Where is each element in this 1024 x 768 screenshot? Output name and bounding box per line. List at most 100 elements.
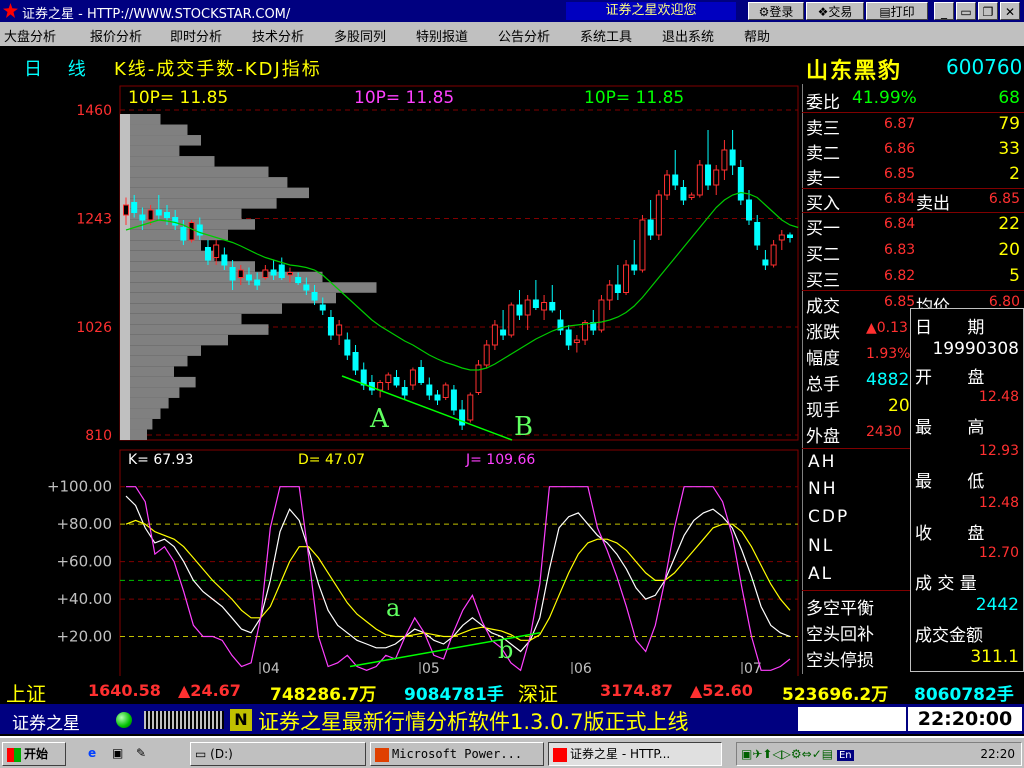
login-button[interactable]: ⚙登录 [748, 2, 804, 20]
candle-body [254, 279, 261, 286]
maximize-icon: ❐ [982, 5, 994, 19]
volume-profile-bar [120, 240, 201, 251]
candle-body [311, 292, 318, 301]
volume-profile-bar [120, 135, 201, 146]
menu-item-quote[interactable]: 报价分析 [90, 26, 142, 45]
candle-body [221, 254, 228, 266]
task-drive[interactable]: ▭ (D:) [190, 742, 366, 766]
popup-open-label: 开 盘 [915, 368, 985, 388]
candle-body [213, 244, 220, 258]
candle-body [352, 352, 359, 371]
volume-profile-bar [120, 282, 377, 293]
candle-body [787, 234, 793, 238]
tray-icons[interactable]: ▣✈⬆◁▷⚙⇔✓▤ [741, 747, 833, 761]
task-stockstar[interactable]: 证券之星 - HTTP... [548, 742, 722, 766]
x-tick-label: 06 [574, 661, 592, 676]
candle-body [623, 264, 630, 293]
popup-high-label: 最 高 [915, 418, 985, 438]
candle-body [204, 247, 211, 261]
index-ticker: 上证 1640.58 ▲24.67 748286.7万 9084781手 深证 … [0, 676, 1024, 706]
welcome-banner: 证券之星欢迎您 [566, 2, 736, 20]
candle-body [131, 202, 138, 213]
taskbar: 开始 e ▣ ✎ ▭ (D:) Microsoft Power... 证券之星 … [0, 736, 1024, 768]
sell2-label: 卖二 [806, 144, 840, 164]
menu-item-tools[interactable]: 系统工具 [580, 26, 632, 45]
popup-close: 12.70 [978, 545, 1019, 561]
quicklaunch-ie[interactable]: e [84, 742, 106, 766]
menu-item-help[interactable]: 帮助 [744, 26, 770, 45]
buy2-label: 买二 [806, 245, 840, 265]
candle-body [147, 209, 154, 221]
volume-profile-bar [120, 156, 215, 167]
app-icon [3, 3, 18, 18]
maximize-button[interactable]: ❐ [978, 2, 998, 20]
candle-body [139, 214, 146, 221]
sell2-vol: 33 [998, 139, 1020, 159]
trade-button[interactable]: ❖交易 [806, 2, 864, 20]
candle-body [680, 187, 687, 201]
candle-body [336, 324, 343, 336]
candle-body [696, 164, 703, 196]
amplitude-value: 1.93% [866, 346, 911, 362]
status-time: 22:20:00 [908, 707, 1022, 731]
kdj-k-line [125, 495, 791, 653]
indicator-label: K线-成交手数-KDJ指标 [114, 59, 322, 80]
quicklaunch-desktop[interactable]: ▣ [108, 742, 130, 766]
menu-item-market[interactable]: 大盘分析 [4, 26, 56, 45]
annotation-b: b [498, 636, 514, 664]
close-button[interactable]: ✕ [1000, 2, 1020, 20]
price-tick-label: 1026 [76, 320, 112, 336]
stock-name: 山东黑豹 [806, 59, 903, 84]
main-chart[interactable]: 1460 1243 1026 810 +100.00 +80.00 +60.00 +40.00… [0, 84, 802, 676]
close-icon: ✕ [1004, 5, 1016, 19]
candle-body [491, 324, 498, 346]
candle-body [180, 227, 187, 241]
candle-body [385, 374, 392, 383]
candle-body [746, 199, 753, 221]
desktop-icon: ▣ [112, 746, 124, 760]
print-button[interactable]: ▤打印 [866, 2, 928, 20]
minimize-button[interactable]: _ [934, 2, 954, 20]
indicator-al: AL [808, 564, 834, 584]
minimize-icon: _ [941, 5, 947, 19]
buy3-price: 6.82 [884, 268, 916, 284]
candle-body [295, 277, 302, 283]
restore-button[interactable]: ▭ [956, 2, 976, 20]
quicklaunch-edit[interactable]: ✎ [132, 742, 154, 766]
volume-profile-bar [120, 345, 201, 356]
candle-body [508, 304, 515, 336]
kdj-panel-border [119, 449, 799, 676]
task-powerpoint[interactable]: Microsoft Power... [370, 742, 544, 766]
menu-item-multistock[interactable]: 多股同列 [334, 26, 386, 45]
system-tray: ▣✈⬆◁▷⚙⇔✓▤ En 22:20 [736, 742, 1022, 766]
candle-body [270, 269, 277, 276]
drive-icon: ▭ [195, 747, 211, 761]
menu-item-technical[interactable]: 技术分析 [252, 26, 304, 45]
candle-body [598, 299, 605, 331]
ie-icon: e [88, 746, 97, 760]
candle-body [327, 317, 334, 336]
ratio-pct: 41.99% [852, 88, 917, 108]
window-title: 证券之星 - HTTP://WWW.STOCKSTAR.COM/ [22, 7, 291, 22]
menu-item-special[interactable]: 特别报道 [416, 26, 468, 45]
ratio-value: 68 [998, 88, 1020, 108]
restore-icon: ▭ [960, 5, 972, 19]
status-bar: 证券之星 N 证券之星最新行情分析软件1.3.0.7版正式上线 22:20:00 [0, 704, 1024, 734]
candle-body [278, 264, 285, 278]
buy1-price: 6.84 [884, 216, 916, 232]
menu-item-realtime[interactable]: 即时分析 [170, 26, 222, 45]
start-button[interactable]: 开始 [2, 742, 66, 766]
sell3-price: 6.87 [884, 116, 916, 132]
sh-label: 上证 [6, 682, 46, 706]
annotation-A: A [370, 404, 389, 434]
signal-cover: 空头回补 [806, 625, 874, 645]
menu-item-announce[interactable]: 公告分析 [498, 26, 550, 45]
period-label[interactable]: 日 线 [24, 55, 96, 81]
tray-clock: 22:20 [980, 747, 1015, 761]
ime-icon[interactable]: En [836, 750, 854, 761]
ma-label-1: 10P= 11.85 [128, 88, 229, 108]
edit-icon: ✎ [136, 746, 147, 760]
popup-low-label: 最 低 [915, 472, 985, 492]
menu-item-exit[interactable]: 退出系统 [662, 26, 714, 45]
candle-body [582, 322, 589, 341]
